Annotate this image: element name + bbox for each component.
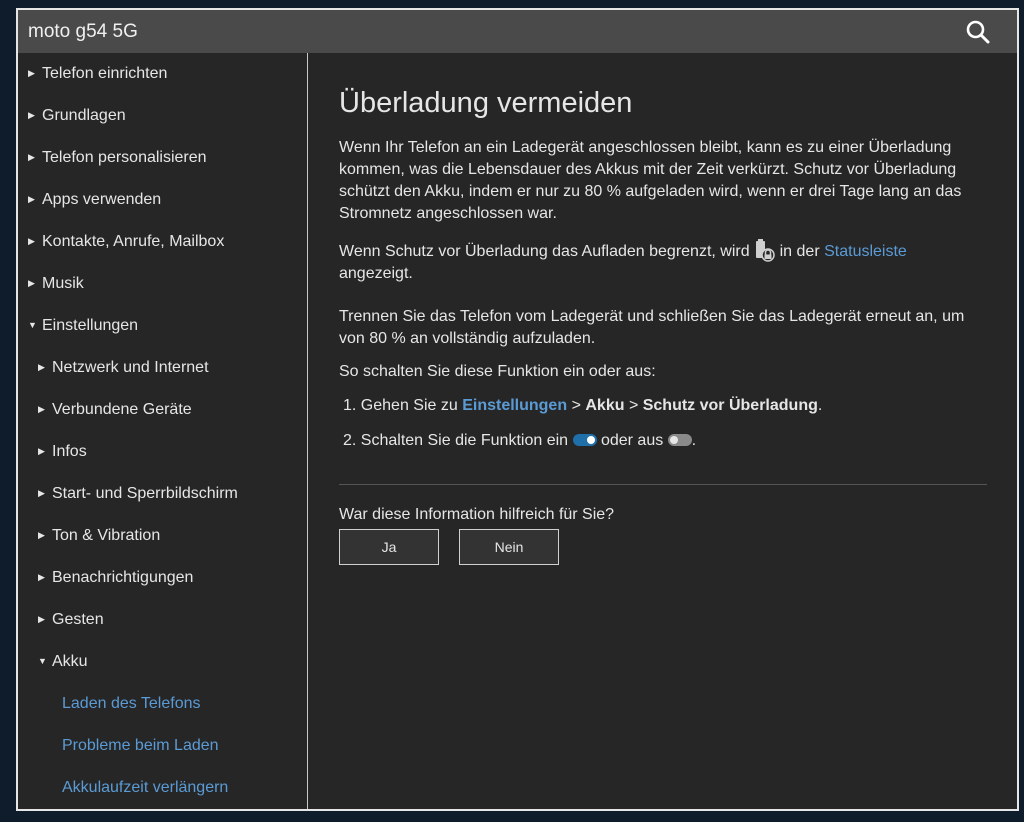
sidebar-item-netzwerk[interactable]: ▶ Netzwerk und Internet (38, 359, 209, 377)
instructions-intro: So schalten Sie diese Funktion ein oder … (339, 363, 656, 380)
search-icon[interactable] (965, 19, 991, 45)
collapsed-arrow-icon: ▶ (28, 236, 35, 246)
collapsed-arrow-icon: ▶ (38, 362, 45, 372)
article-content: Überladung vermeiden Wenn Ihr Telefon an… (309, 53, 1017, 809)
sidebar-item-benachrichtigungen[interactable]: ▶ Benachrichtigungen (38, 569, 193, 587)
sidebar-link-akkulaufzeit[interactable]: Akkulaufzeit verlängern (62, 779, 228, 797)
statusleiste-link[interactable]: Statusleiste (824, 243, 907, 260)
collapsed-arrow-icon: ▶ (28, 278, 35, 288)
sidebar-nav: ▶ Telefon einrichten ▶ Grundlagen ▶ Telefon… (18, 53, 308, 809)
sidebar-item-ton-vibration[interactable]: ▶ Ton & Vibration (38, 527, 160, 545)
toggle-off-icon (667, 434, 692, 446)
collapsed-arrow-icon: ▶ (28, 194, 35, 204)
sidebar-link-laden[interactable]: Laden des Telefons (62, 695, 200, 713)
sidebar-item-verbundene-geraete[interactable]: ▶ Verbundene Geräte (38, 401, 192, 419)
expanded-arrow-icon: ▼ (28, 320, 37, 330)
collapsed-arrow-icon: ▶ (28, 110, 35, 120)
device-title: moto g54 5G (28, 20, 138, 42)
feedback-question: War diese Information hilfreich für Sie? (339, 506, 615, 523)
sidebar-item-gesten[interactable]: ▶ Gesten (38, 611, 104, 629)
reconnect-paragraph: Trennen Sie das Telefon vom Ladegerät un… (339, 308, 965, 347)
collapsed-arrow-icon: ▶ (38, 488, 45, 498)
help-window: moto g54 5G ▶ Telefon einrichten ▶ Grundla… (16, 8, 1019, 811)
sidebar-item-kontakte[interactable]: ▶ Kontakte, Anrufe, Mailbox (28, 233, 224, 251)
expanded-arrow-icon: ▼ (38, 656, 47, 666)
sidebar-item-telefon-personalisieren[interactable]: ▶ Telefon personalisieren (28, 149, 207, 167)
sidebar-item-apps-verwenden[interactable]: ▶ Apps verwenden (28, 191, 161, 209)
sidebar-item-akku[interactable]: ▼ Akku (38, 653, 88, 671)
header-bar: moto g54 5G (18, 10, 1017, 53)
collapsed-arrow-icon: ▶ (38, 404, 45, 414)
statusbar-paragraph: Wenn Schutz vor Überladung das Aufladen … (339, 238, 979, 285)
sidebar-item-start-sperrbildschirm[interactable]: ▶ Start- und Sperrbildschirm (38, 485, 238, 503)
sidebar-item-musik[interactable]: ▶ Musik (28, 275, 84, 293)
divider (339, 484, 987, 485)
sidebar-item-infos[interactable]: ▶ Infos (38, 443, 87, 461)
sidebar-item-telefon-einrichten[interactable]: ▶ Telefon einrichten (28, 65, 167, 83)
collapsed-arrow-icon: ▶ (38, 614, 45, 624)
collapsed-arrow-icon: ▶ (38, 530, 45, 540)
collapsed-arrow-icon: ▶ (38, 572, 45, 582)
step-1: 1. Gehen Sie zu Einstellungen > Akku > S… (343, 397, 823, 414)
feedback-no-button[interactable]: Nein (459, 529, 559, 565)
page-title: Überladung vermeiden (339, 87, 633, 119)
collapsed-arrow-icon: ▶ (28, 68, 35, 78)
toggle-on-icon (572, 434, 597, 446)
sidebar-link-probleme[interactable]: Probleme beim Laden (62, 737, 219, 755)
sidebar-item-grundlagen[interactable]: ▶ Grundlagen (28, 107, 126, 125)
charging-limited-icon (754, 238, 776, 262)
sidebar-item-einstellungen[interactable]: ▼ Einstellungen (28, 317, 138, 335)
intro-paragraph: Wenn Ihr Telefon an ein Ladegerät angesc… (339, 139, 962, 222)
collapsed-arrow-icon: ▶ (28, 152, 35, 162)
collapsed-arrow-icon: ▶ (38, 446, 45, 456)
step-2: 2. Schalten Sie die Funktion ein oder au… (343, 432, 697, 449)
einstellungen-link[interactable]: Einstellungen (462, 397, 567, 414)
feedback-yes-button[interactable]: Ja (339, 529, 439, 565)
